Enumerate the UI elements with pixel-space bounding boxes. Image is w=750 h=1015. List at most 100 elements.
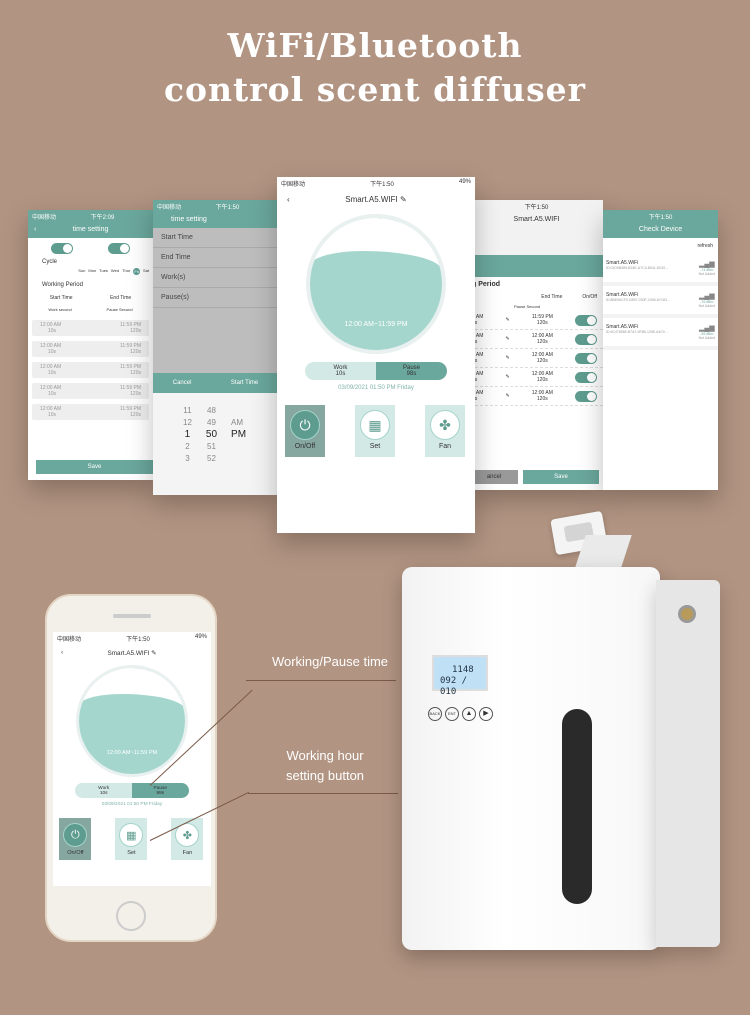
minute-option[interactable]: 48 bbox=[206, 405, 217, 417]
lock-icon bbox=[678, 605, 696, 623]
period-row[interactable]: 0 AM0s✎12:00 AM120s bbox=[470, 387, 603, 406]
time-range: 12:00 AM~11:59 PM bbox=[106, 750, 158, 757]
lcd-display: 1148 092 / 010 bbox=[432, 655, 488, 697]
hour-option[interactable]: 2 bbox=[183, 441, 192, 453]
up-arrow-button[interactable]: ▲ bbox=[462, 707, 476, 721]
set-button[interactable]: ▦ Set bbox=[355, 405, 395, 457]
fan-button[interactable]: ✤ Fan bbox=[171, 818, 204, 860]
field-row[interactable]: End Time bbox=[153, 248, 278, 268]
callout-set-line1: Working hour bbox=[286, 748, 364, 763]
home-button[interactable] bbox=[116, 901, 146, 931]
save-button[interactable]: Save bbox=[523, 470, 599, 484]
period-row[interactable]: 0 AM0s✎12:00 AM120s bbox=[470, 368, 603, 387]
device-name: Smart.A5.WIFI bbox=[513, 216, 560, 223]
cancel-button[interactable]: ancel bbox=[470, 470, 518, 484]
right-arrow-button[interactable]: ▶ bbox=[479, 707, 493, 721]
signal-icon: ▂▄▆ bbox=[698, 325, 715, 332]
clock: 下午1:50 bbox=[370, 182, 394, 188]
minute-option[interactable]: 50 bbox=[206, 429, 217, 441]
edit-icon[interactable]: ✎ bbox=[151, 650, 156, 657]
row-toggle[interactable] bbox=[574, 333, 597, 345]
button-label: Fan bbox=[438, 443, 452, 450]
day-sat[interactable]: Sat bbox=[143, 268, 149, 275]
edit-icon[interactable]: ✎ bbox=[505, 355, 509, 361]
minute-option[interactable]: 52 bbox=[206, 453, 217, 465]
save-button[interactable]: Save bbox=[36, 460, 153, 474]
hour-option[interactable]: 3 bbox=[183, 453, 192, 465]
signal-icon: ▂▄▆ bbox=[698, 293, 715, 300]
set-button[interactable]: ▦ Set bbox=[115, 818, 148, 860]
period-row[interactable]: 12:00 AM 10s 11:59 PM 120s bbox=[32, 362, 149, 378]
device-item[interactable]: Smart.A5.WiFi ID:01D9B389-B24E-A7C3-8041-… bbox=[603, 254, 718, 286]
button-label: Set bbox=[369, 443, 381, 450]
hour-option[interactable]: 11 bbox=[183, 405, 192, 417]
day-tues[interactable]: Tues bbox=[99, 268, 108, 275]
minute-option[interactable]: 51 bbox=[206, 441, 217, 453]
work-time-button[interactable]: Work 10s bbox=[75, 783, 132, 798]
refresh-button[interactable]: refresh bbox=[603, 238, 718, 254]
work-time-button[interactable]: Work 10s bbox=[305, 362, 376, 380]
main-screen: 中国移动 下午1:50 49% ‹ Smart.A5.WIFI ✎ 12:00 AM~… bbox=[277, 177, 475, 533]
cancel-button[interactable]: Cancel bbox=[173, 380, 192, 386]
period-row[interactable]: 12:00 AM 10s 11:59 PM 120s bbox=[32, 383, 149, 399]
field-row[interactable]: Pause(s) bbox=[153, 288, 278, 308]
day-fri[interactable]: Fri bbox=[133, 268, 140, 275]
ampm-option[interactable]: PM bbox=[231, 429, 246, 441]
back-icon[interactable]: ‹ bbox=[61, 649, 63, 656]
datetime: 03/09/2021 01:50 PM Friday bbox=[338, 385, 414, 391]
row-toggle[interactable] bbox=[574, 352, 597, 364]
period-screen: 下午1:50 Smart.A5.WIFI g Period End Time On… bbox=[470, 200, 603, 490]
scent-gauge: 12:00 AM~11:59 PM bbox=[306, 214, 446, 354]
edit-icon[interactable]: ✎ bbox=[400, 195, 407, 204]
row-toggle[interactable] bbox=[574, 371, 597, 383]
day-mon[interactable]: Mon bbox=[88, 268, 96, 275]
day-sun[interactable]: Sun bbox=[78, 268, 85, 275]
period-row[interactable]: 12:00 AM 10s 11:59 PM 120s bbox=[32, 320, 149, 336]
day-wed[interactable]: Wed bbox=[111, 268, 119, 275]
field-row[interactable]: Start Time bbox=[153, 228, 278, 248]
row-toggle[interactable] bbox=[574, 390, 597, 402]
pause-time-button[interactable]: Pause 98s bbox=[376, 362, 447, 380]
fan-toggle[interactable] bbox=[108, 243, 131, 254]
back-icon[interactable]: ‹ bbox=[287, 195, 290, 204]
ent-button[interactable]: ENT bbox=[445, 707, 459, 721]
device-item[interactable]: Smart.A5.WiFi ID:9C478989-B7A7-9F6B-126E-… bbox=[603, 318, 718, 350]
day-thur[interactable]: Thur bbox=[122, 268, 130, 275]
row-toggle[interactable] bbox=[574, 314, 597, 326]
edit-icon[interactable]: ✎ bbox=[505, 336, 509, 342]
onoff-header: On/Off bbox=[582, 294, 597, 300]
minute-option[interactable]: 49 bbox=[206, 417, 217, 429]
onoff-button[interactable]: ⏻ On/Off bbox=[285, 405, 325, 457]
start-time-header: Start Time bbox=[49, 295, 73, 301]
period-row[interactable]: 0 AM0s✎12:00 AM120s bbox=[470, 349, 603, 368]
phone-frame: 中国移动 下午1:50 49% ‹ Smart.A5.WIFI ✎ 12:00 AM~… bbox=[45, 594, 217, 942]
signal-icon: ▂▄▆ bbox=[698, 261, 715, 268]
hour-option[interactable]: 1 bbox=[183, 429, 192, 441]
hour-option[interactable]: 12 bbox=[183, 417, 192, 429]
pause-second-header: Pause Second bbox=[514, 304, 541, 309]
edit-icon[interactable]: ✎ bbox=[506, 317, 510, 323]
ampm-option[interactable]: AM bbox=[231, 417, 246, 429]
edit-icon[interactable]: ✎ bbox=[505, 374, 509, 380]
carrier: 中国移动 bbox=[57, 637, 82, 643]
period-row[interactable]: 12:00 AM 10s 11:59 PM 120s bbox=[32, 341, 149, 357]
phone-screen: 中国移动 下午1:50 49% ‹ Smart.A5.WIFI ✎ 12:00 AM~… bbox=[53, 632, 211, 886]
back-button[interactable]: BACK bbox=[428, 707, 442, 721]
field-row[interactable]: Work(s) bbox=[153, 268, 278, 288]
callout-set-line2: setting button bbox=[285, 768, 365, 783]
device-item[interactable]: Smart.A5.WiFi ID:8BE9ACF0-D897-030F-2405-… bbox=[603, 286, 718, 318]
check-device-screen: 下午1:50 Check Device refresh Smart.A5.WiF… bbox=[603, 210, 718, 490]
onoff-button[interactable]: ⏻ On/Off bbox=[59, 818, 92, 860]
period-row[interactable]: 0 AM0s✎12:00 AM120s bbox=[470, 330, 603, 349]
power-toggle[interactable] bbox=[50, 243, 73, 254]
time-picker-screen: 中国移动 下午1:50 time setting Start Time End Ti… bbox=[153, 200, 278, 495]
period-row[interactable]: 12:00 AM 10s 11:59 PM 120s bbox=[32, 404, 149, 420]
fan-button[interactable]: ✤ Fan bbox=[425, 405, 465, 457]
edit-icon[interactable]: ✎ bbox=[505, 393, 509, 399]
device-name: Smart.A5.WIFI bbox=[107, 649, 150, 657]
back-icon[interactable]: ‹ bbox=[34, 222, 36, 238]
pause-time-button[interactable]: Pause 98s bbox=[132, 783, 189, 798]
time-picker-wheel[interactable]: 11 12 1 2 3 48 49 50 51 52 AM PM bbox=[153, 393, 278, 495]
headline-line1: WiFi/Bluetooth bbox=[227, 26, 523, 65]
period-row[interactable]: 0 AM0s✎11:59 PM120s bbox=[470, 311, 603, 330]
